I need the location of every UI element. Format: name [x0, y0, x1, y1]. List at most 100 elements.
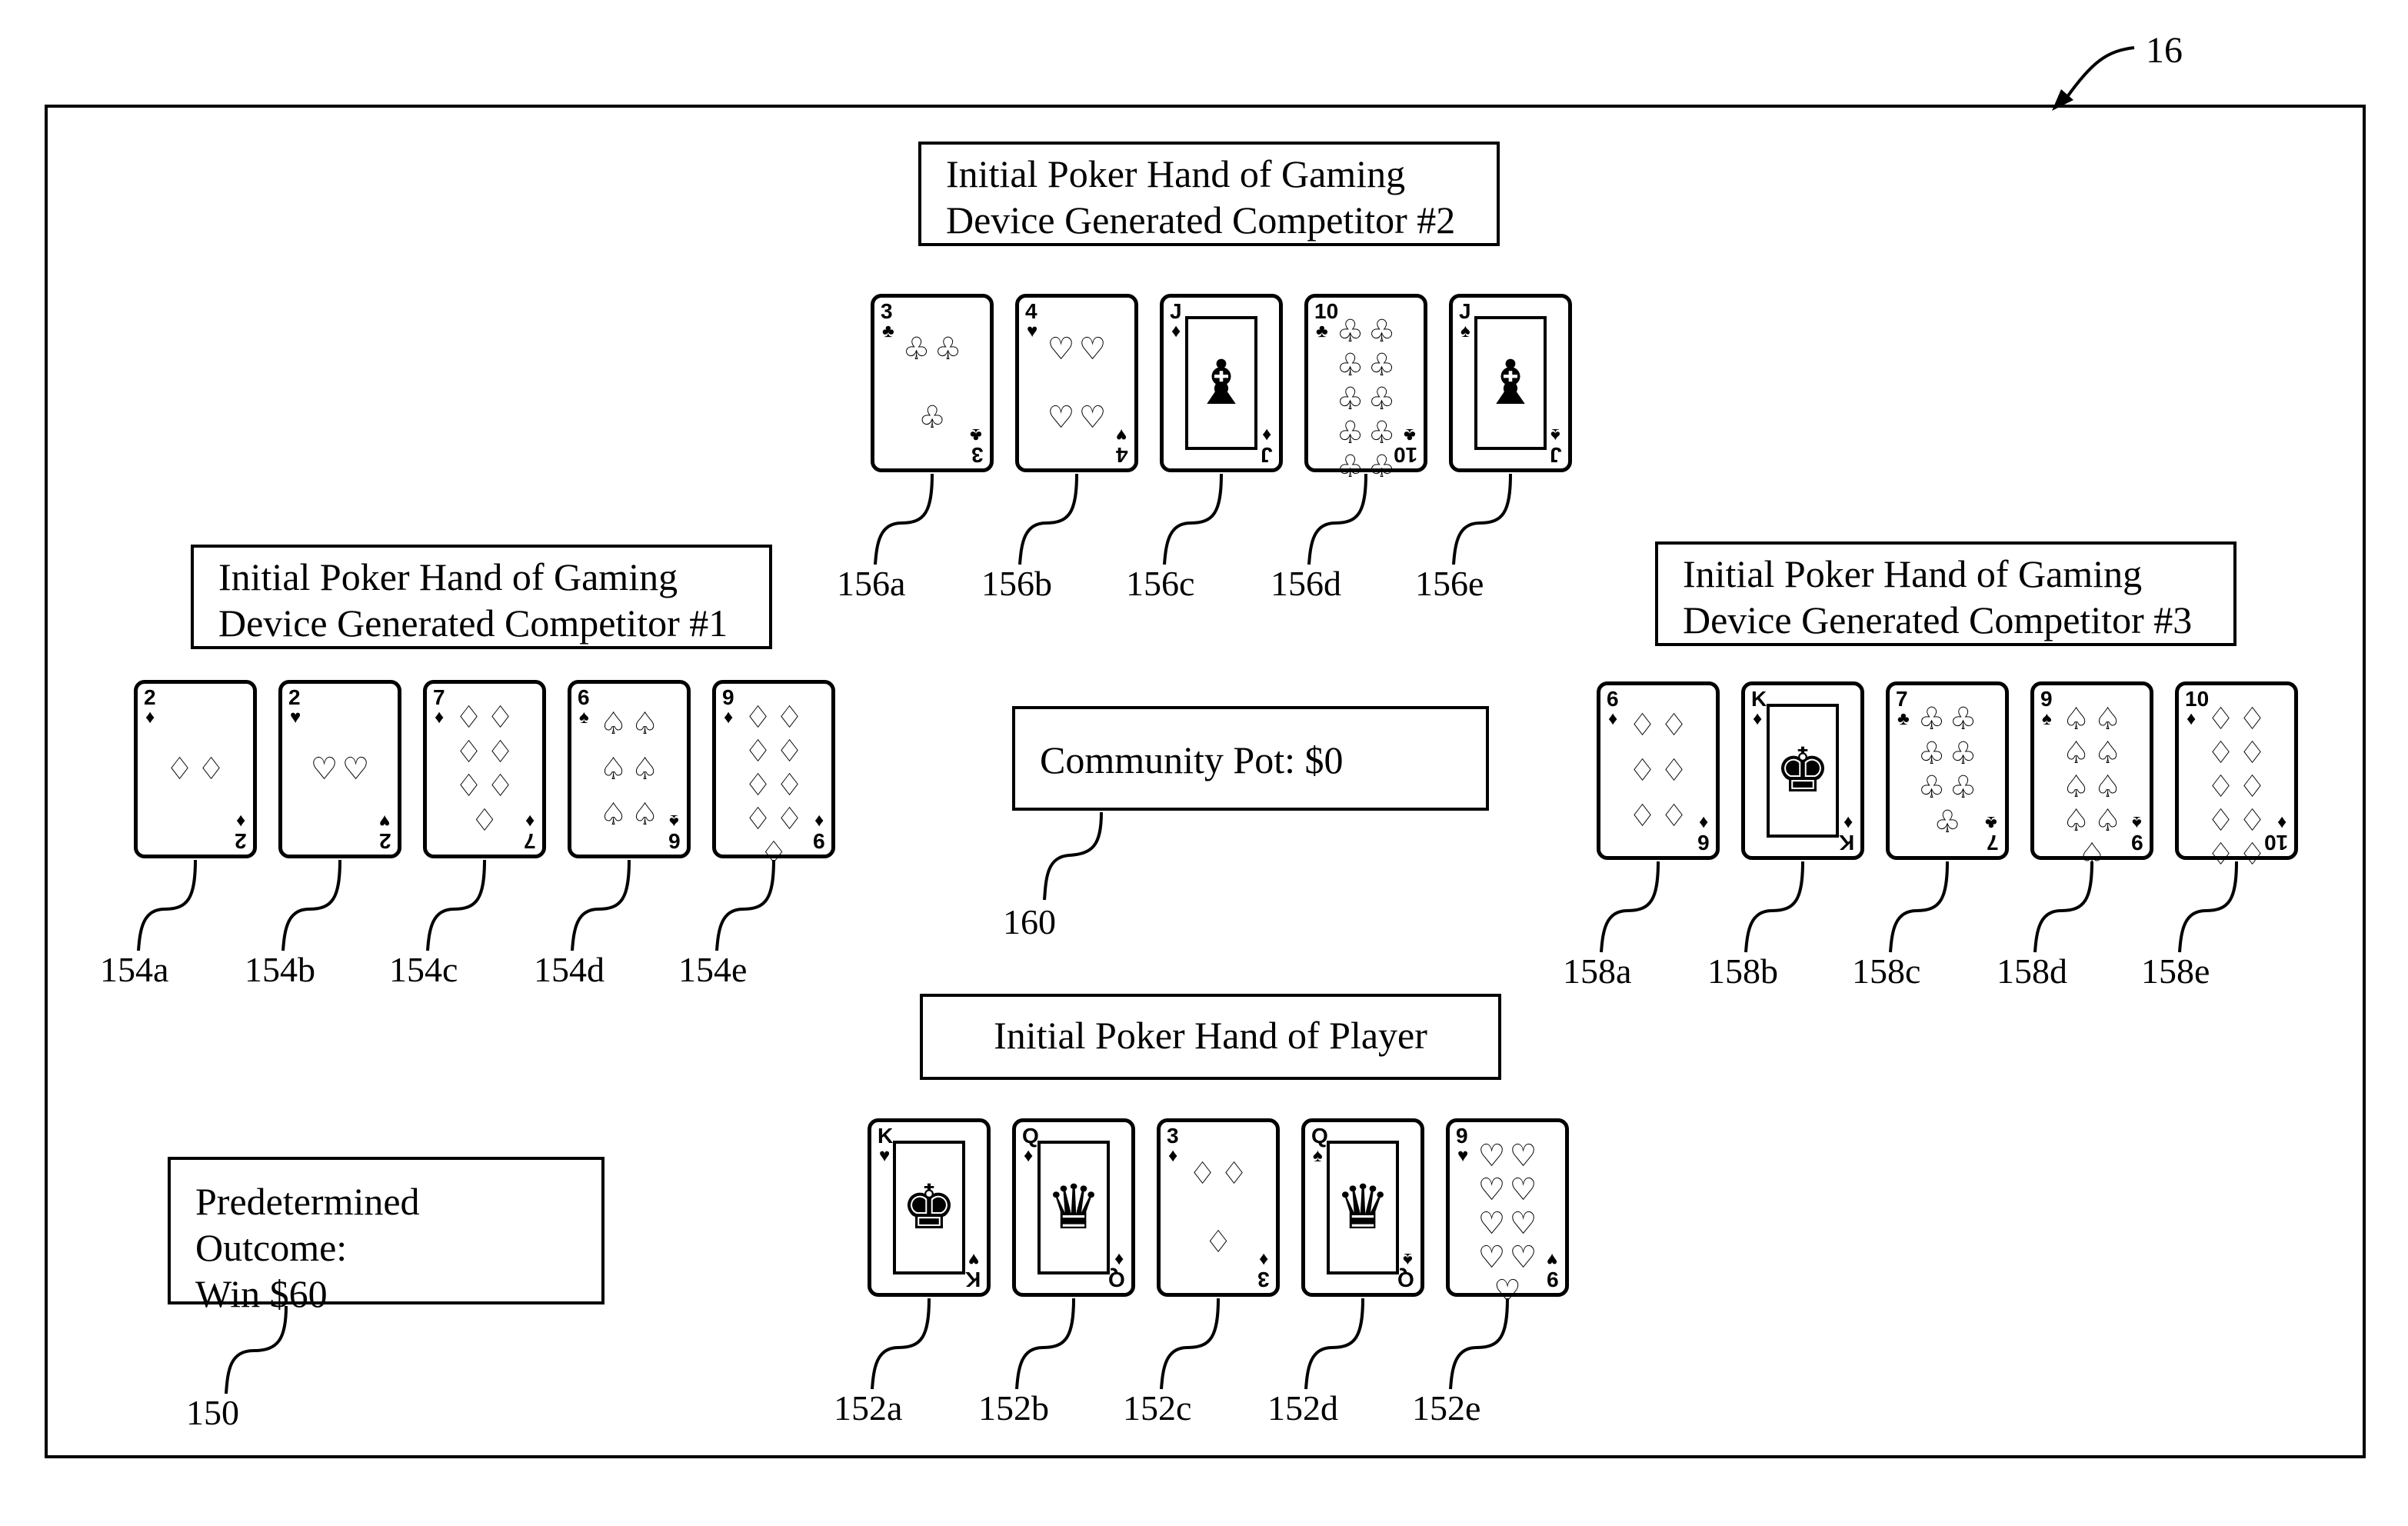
- card-rank: 9: [1456, 1124, 1468, 1148]
- suit-pip-icon: ♡: [1477, 1206, 1506, 1241]
- playing-card[interactable]: 2 ♥ 2 ♥ ♡ ♡: [278, 680, 401, 858]
- playing-card[interactable]: 10 ♣ 10 ♣ ♧ ♧ ♧ ♧ ♧ ♧ ♧ ♧ ♧ ♧: [1304, 294, 1427, 484]
- suit-pip-icon: ♤: [2062, 769, 2090, 804]
- suit-pip-icon: ♤: [599, 797, 628, 832]
- card-suit-icon-inverted: ♠: [1550, 425, 1560, 445]
- suit-pip-icon: ♤: [2093, 769, 2122, 804]
- player-title-box: Initial Poker Hand of Player: [920, 994, 1501, 1080]
- suit-pip-icon: ♢: [471, 802, 498, 838]
- suit-pip-icon: ♧: [1949, 735, 1977, 771]
- playing-card[interactable]: 9 ♠ 9 ♠ ♤ ♤ ♤ ♤ ♤ ♤ ♤ ♤ ♤: [2030, 681, 2153, 871]
- card-suit-icon: ♦: [1024, 1146, 1034, 1166]
- suit-pip-icon: ♡: [1509, 1206, 1537, 1241]
- playing-card[interactable]: 10 ♦ 10 ♦ ♢ ♢ ♢ ♢ ♢ ♢ ♢ ♢ ♢ ♢: [2175, 681, 2298, 871]
- playing-card[interactable]: K ♦ K ♦ ♚: [1741, 681, 1864, 860]
- playing-card[interactable]: 6 ♠ 6 ♠ ♤ ♤ ♤ ♤ ♤ ♤: [568, 680, 691, 858]
- playing-card[interactable]: 4 ♥ 4 ♥ ♡ ♡ ♡ ♡: [1015, 294, 1138, 472]
- card-suit-icon-inverted: ♦: [525, 811, 535, 831]
- card-pips: ♤ ♤ ♤ ♤ ♤ ♤: [598, 701, 661, 838]
- outcome-line1: Predetermined Outcome:: [195, 1180, 420, 1269]
- card-ref-label: 156e: [1415, 564, 1484, 603]
- card-suit-icon: ♣: [1897, 709, 1910, 729]
- suit-pip-icon: ♧: [1336, 449, 1364, 484]
- community-pot-text: Community Pot: $0: [1040, 738, 1344, 781]
- card-rank-inverted: J: [1261, 443, 1273, 467]
- card-suit-icon: ♣: [882, 322, 894, 342]
- card-rank-inverted: 2: [235, 829, 247, 853]
- playing-card[interactable]: 7 ♦ 7 ♦ ♢ ♢ ♢ ♢ ♢ ♢ ♢: [423, 680, 546, 858]
- card-suit-icon-inverted: ♦: [235, 811, 245, 831]
- card-rank: K: [1751, 687, 1767, 711]
- card-rank-inverted: Q: [1397, 1268, 1414, 1291]
- card-rank: 2: [144, 685, 156, 709]
- card-pips: ♧ ♧ ♧ ♧ ♧ ♧ ♧ ♧ ♧ ♧: [1334, 314, 1397, 484]
- card-ref-label: 156d: [1271, 564, 1341, 603]
- card-ref-label: 154c: [389, 950, 458, 989]
- card-ref-label: 154e: [678, 950, 748, 989]
- playing-card[interactable]: 9 ♥ 9 ♥ ♡ ♡ ♡ ♡ ♡ ♡ ♡ ♡ ♡: [1446, 1118, 1569, 1308]
- suit-pip-icon: ♧: [1367, 382, 1396, 416]
- card-pips: ♡ ♡: [308, 701, 371, 838]
- suit-pip-icon: ♧: [1367, 415, 1396, 450]
- suit-pip-icon: ♡: [1078, 331, 1107, 366]
- playing-card[interactable]: 3 ♣ 3 ♣ ♧ ♧ ♧: [871, 294, 994, 472]
- card-pips: ♧ ♧ ♧ ♧ ♧ ♧ ♧: [1916, 702, 1979, 839]
- card-rank-inverted: K: [1838, 831, 1854, 855]
- face-card-portrait-icon: ♝: [1474, 316, 1547, 450]
- card-ref-label: 152b: [978, 1388, 1049, 1428]
- playing-card[interactable]: 3 ♦ 3 ♦ ♢ ♢ ♢: [1157, 1118, 1280, 1297]
- card-suit-icon: ♠: [2042, 709, 2052, 729]
- card-rank: 3: [1167, 1124, 1179, 1148]
- card-rank: Q: [1022, 1124, 1039, 1148]
- suit-pip-icon: ♧: [1949, 701, 1977, 737]
- card-suit-icon-inverted: ♦: [2276, 812, 2286, 832]
- playing-card[interactable]: J ♠ J ♠ ♝: [1449, 294, 1572, 472]
- card-ref-label: 158b: [1707, 951, 1778, 991]
- card-suit-icon: ♥: [290, 708, 301, 728]
- suit-pip-icon: ♢: [455, 734, 483, 769]
- suit-pip-icon: ♢: [744, 801, 772, 836]
- suit-pip-icon: ♢: [486, 734, 515, 769]
- playing-card[interactable]: 7 ♣ 7 ♣ ♧ ♧ ♧ ♧ ♧ ♧ ♧: [1886, 681, 2009, 860]
- playing-card[interactable]: 2 ♦ 2 ♦ ♢ ♢: [134, 680, 257, 858]
- card-suit-icon: ♦: [1168, 1146, 1178, 1166]
- card-suit-icon-inverted: ♠: [2132, 812, 2142, 832]
- suit-pip-icon: ♡: [1477, 1240, 1506, 1274]
- community-pot-box: Community Pot: $0: [1012, 706, 1489, 811]
- suit-pip-icon: ♧: [1917, 770, 1946, 805]
- card-rank-inverted: 7: [1987, 831, 1999, 855]
- suit-pip-icon: ♢: [1188, 1155, 1217, 1191]
- suit-pip-icon: ♧: [1336, 314, 1364, 348]
- community-pot-ref-label: 160: [1003, 902, 1056, 941]
- card-ref-label: 158d: [1997, 951, 2067, 991]
- suit-pip-icon: ♡: [1477, 1138, 1506, 1173]
- playing-card[interactable]: J ♦ J ♦ ♝: [1160, 294, 1283, 472]
- suit-pip-icon: ♢: [1660, 752, 1688, 788]
- playing-card[interactable]: 9 ♦ 9 ♦ ♢ ♢ ♢ ♢ ♢ ♢ ♢ ♢ ♢: [712, 680, 835, 870]
- card-rank: 7: [1896, 687, 1908, 711]
- suit-pip-icon: ♧: [1917, 735, 1946, 771]
- card-rank: 9: [722, 685, 734, 709]
- card-rank: 3: [881, 299, 893, 323]
- card-rank-inverted: K: [964, 1268, 981, 1291]
- suit-pip-icon: ♢: [2238, 837, 2266, 871]
- suit-pip-icon: ♧: [934, 331, 962, 366]
- card-pips: ♧ ♧ ♧: [901, 315, 964, 451]
- card-rank-inverted: 6: [1697, 831, 1710, 855]
- suit-pip-icon: ♤: [2093, 735, 2122, 770]
- playing-card[interactable]: K ♥ K ♥ ♚: [868, 1118, 991, 1297]
- suit-pip-icon: ♢: [2207, 701, 2235, 736]
- card-pips: ♢ ♢ ♢: [1187, 1139, 1250, 1276]
- suit-pip-icon: ♢: [775, 801, 804, 836]
- card-rank: 6: [1607, 687, 1619, 711]
- face-card-portrait-icon: ♛: [1037, 1141, 1110, 1274]
- card-ref-label: 152c: [1123, 1388, 1192, 1428]
- suit-pip-icon: ♧: [1933, 804, 1961, 839]
- playing-card[interactable]: Q ♦ Q ♦ ♛: [1012, 1118, 1135, 1297]
- playing-card[interactable]: Q ♠ Q ♠ ♛: [1301, 1118, 1424, 1297]
- suit-pip-icon: ♧: [1917, 701, 1946, 737]
- card-rank-inverted: 9: [1547, 1268, 1559, 1291]
- suit-pip-icon: ♢: [2238, 701, 2266, 736]
- playing-card[interactable]: 6 ♦ 6 ♦ ♢ ♢ ♢ ♢ ♢ ♢: [1597, 681, 1720, 860]
- card-suit-icon: ♣: [1316, 322, 1328, 342]
